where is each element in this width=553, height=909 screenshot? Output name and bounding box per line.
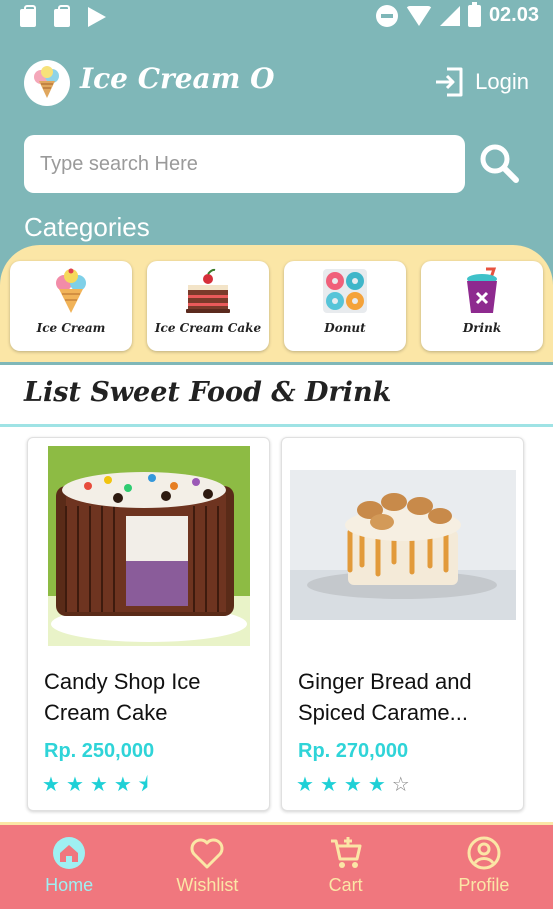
app-logo <box>24 60 70 106</box>
rating-stars: ★ ★ ★ ★ ⯨ <box>42 774 148 794</box>
login-icon <box>436 67 463 97</box>
search-input[interactable] <box>24 135 465 193</box>
star-full-icon: ★ <box>343 772 362 796</box>
product-name: Ginger Bread and Spiced Carame... <box>298 669 472 725</box>
nav-wishlist[interactable]: Wishlist <box>138 825 276 909</box>
nav-label: Home <box>45 875 94 895</box>
bottom-navigation: Home Wishlist Cart Profile <box>0 822 553 909</box>
star-empty-icon: ☆ <box>391 772 410 796</box>
nav-home[interactable]: Home <box>0 825 138 909</box>
star-full-icon: ★ <box>89 772 108 796</box>
drink-icon <box>467 267 497 313</box>
product-price: Rp. 270,000 <box>298 740 409 762</box>
product-card[interactable]: Candy Shop Ice Cream Cake Rp. 250,000 ★ … <box>27 437 270 811</box>
category-label: Drink <box>462 321 502 335</box>
category-label: Ice Cream <box>36 321 106 335</box>
list-header: List Sweet Food & Drink <box>0 367 553 427</box>
app-title: Ice Cream O <box>80 62 275 95</box>
list-title: List Sweet Food & Drink <box>24 377 392 408</box>
category-label: Ice Cream Cake <box>154 321 262 335</box>
heart-icon <box>190 838 224 869</box>
category-label: Donut <box>324 321 366 335</box>
rating-stars: ★ ★ ★ ★ ☆ <box>296 774 410 794</box>
star-full-icon: ★ <box>296 772 314 796</box>
product-image <box>290 470 516 620</box>
do-not-disturb-icon <box>375 4 398 27</box>
cake-icon <box>186 268 230 313</box>
ice-cream-icon <box>56 268 86 313</box>
nav-label: Wishlist <box>176 875 239 895</box>
star-full-icon: ★ <box>319 772 338 796</box>
star-full-icon: ★ <box>65 772 84 796</box>
nav-label: Cart <box>328 875 363 895</box>
header-area: 02.03 Ice Cream O Login Categories <box>0 0 553 365</box>
ice-cream-logo-icon <box>34 66 59 98</box>
profile-icon <box>467 836 501 870</box>
categories-strip: Ice Cream Ice Cream Cake Donut Drink <box>0 245 553 362</box>
login-button[interactable]: Login <box>433 66 529 98</box>
product-name: Candy Shop Ice Cream Cake <box>44 669 201 725</box>
nav-cart[interactable]: Cart <box>277 825 415 909</box>
category-drink[interactable]: Drink <box>421 261 543 351</box>
product-card[interactable]: Ginger Bread and Spiced Carame... Rp. 27… <box>281 437 524 811</box>
category-ice-cream[interactable]: Ice Cream <box>10 261 132 351</box>
category-donut[interactable]: Donut <box>284 261 406 351</box>
nav-profile[interactable]: Profile <box>415 825 553 909</box>
signal-icon <box>439 5 460 26</box>
battery-charging-icon <box>467 1 481 27</box>
login-label: Login <box>475 69 529 94</box>
star-full-icon: ★ <box>113 772 132 796</box>
product-image <box>48 446 250 646</box>
status-time: 02.03 <box>488 4 539 26</box>
status-bar: 02.03 <box>0 0 553 36</box>
wifi-icon <box>405 5 432 26</box>
play-store-icon <box>86 6 106 28</box>
star-full-icon: ★ <box>42 772 60 796</box>
cart-icon <box>330 837 362 868</box>
shopping-bag-icon <box>52 5 72 28</box>
star-half-icon: ⯨ <box>137 772 149 796</box>
categories-title: Categories <box>24 212 150 242</box>
nav-label: Profile <box>458 875 510 895</box>
product-price: Rp. 250,000 <box>44 740 155 762</box>
search-icon[interactable] <box>478 142 520 184</box>
shopping-bag-icon <box>18 5 38 28</box>
category-ice-cream-cake[interactable]: Ice Cream Cake <box>147 261 269 351</box>
star-full-icon: ★ <box>367 772 386 796</box>
home-icon <box>53 837 86 869</box>
donut-icon <box>323 269 367 313</box>
